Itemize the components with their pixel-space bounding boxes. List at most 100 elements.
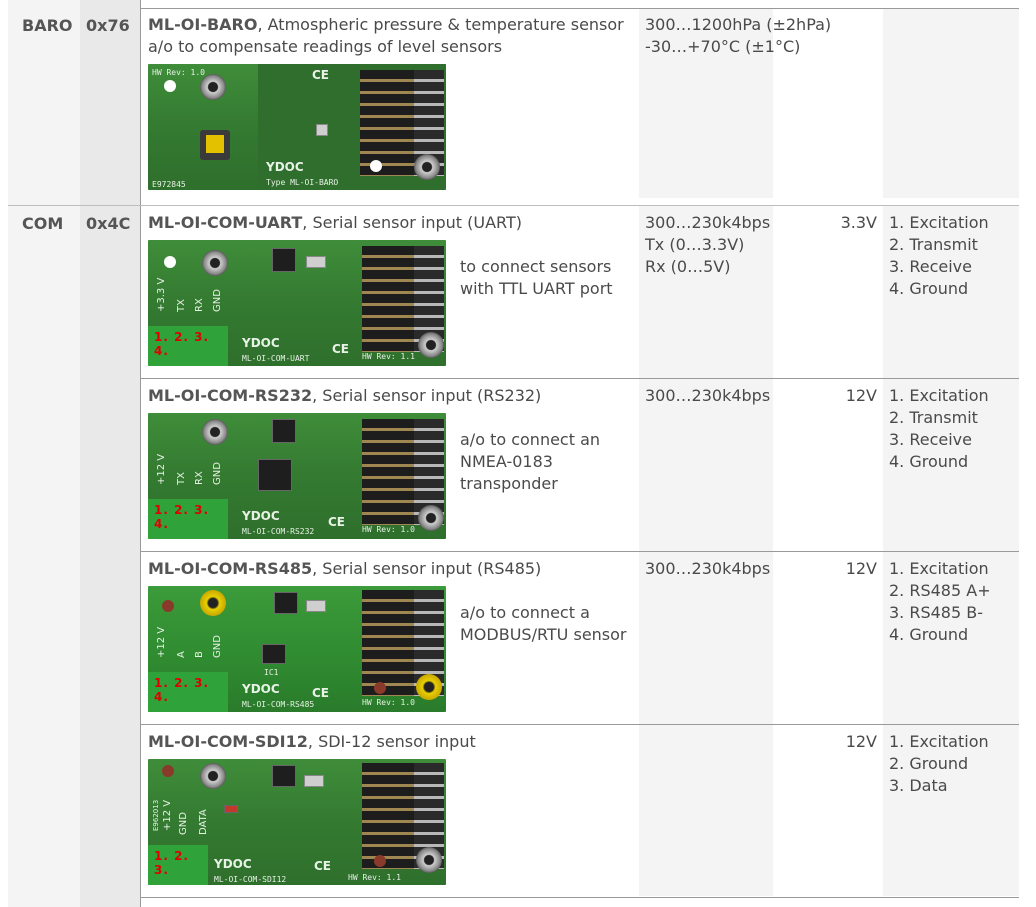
pin-2: 2. Transmit bbox=[889, 235, 978, 254]
pin-label: RX bbox=[194, 298, 205, 312]
pin-label: A bbox=[176, 651, 187, 658]
note-rs232-1: a/o to connect an bbox=[460, 430, 601, 449]
group-label-baro: BARO bbox=[22, 16, 73, 35]
pin-3: 3. Receive bbox=[889, 257, 972, 276]
crystal bbox=[306, 256, 326, 268]
rs485-transceiver bbox=[262, 644, 286, 664]
terminal-label: 1. 2. 3. bbox=[154, 849, 189, 877]
connector bbox=[418, 332, 444, 358]
ce-mark: CE bbox=[328, 515, 346, 529]
pin-3: 3. Receive bbox=[889, 430, 972, 449]
voltage-rs485: 12V bbox=[845, 559, 877, 578]
mount-hole bbox=[164, 256, 176, 268]
sensor-chip bbox=[316, 124, 328, 136]
module-desc-uart: ML-OI-COM-UART, Serial sensor input (UAR… bbox=[148, 212, 522, 234]
pin-label: GND bbox=[212, 635, 223, 658]
mount-hole bbox=[162, 600, 174, 612]
row-separator bbox=[140, 897, 1019, 898]
spec-baud-rs232: 300…230k4bps bbox=[645, 386, 771, 405]
module-title-uart: ML-OI-COM-UART bbox=[148, 213, 303, 232]
crystal bbox=[304, 775, 324, 787]
spec-tx: Tx (0…3.3V) bbox=[645, 235, 745, 254]
terminal-label: 1. 2. 3. 4. bbox=[154, 330, 210, 358]
board-image-rs485: IC1 +12 V A B GND 1. 2. 3. 4. YDOC CE ML… bbox=[148, 586, 446, 712]
ce-mark: CE bbox=[332, 342, 350, 356]
module-title-sdi12: ML-OI-COM-SDI12 bbox=[148, 732, 308, 751]
pin-label: DATA bbox=[198, 809, 209, 835]
pin-label: GND bbox=[178, 812, 189, 835]
pin-3: 3. RS485 B- bbox=[889, 603, 983, 622]
pin-1: 1. Excitation bbox=[889, 732, 989, 751]
board-name: ML-OI-COM-SDI12 bbox=[214, 875, 287, 884]
ce-mark: CE bbox=[314, 859, 332, 873]
pin-label: TX bbox=[176, 472, 187, 485]
terminal-block: 1. 2. 3. 4. bbox=[148, 672, 228, 712]
pin-label: B bbox=[194, 651, 205, 658]
board-serial: E972845 bbox=[152, 180, 186, 189]
ic-chip bbox=[272, 765, 296, 787]
note-rs485-2: MODBUS/RTU sensor bbox=[460, 625, 627, 644]
group-label-com: COM bbox=[22, 214, 64, 233]
pin-3: 3. Data bbox=[889, 776, 948, 795]
module-table: BARO 0x76 ML-OI-BARO, Atmospheric pressu… bbox=[0, 0, 1036, 907]
board-image-uart: +3.3 V TX RX GND 1. 2. 3. 4. YDOC CE ML-… bbox=[148, 240, 446, 366]
diode bbox=[224, 805, 238, 813]
brand-logo: YDOC bbox=[214, 857, 252, 871]
board-rev: HW Rev: 1.0 bbox=[362, 698, 415, 707]
terminal-label: 1. 2. 3. 4. bbox=[154, 676, 210, 704]
board-type: Type ML-OI-BARO bbox=[266, 178, 339, 187]
module-desc-text: , SDI-12 sensor input bbox=[307, 732, 476, 751]
pin-label: +12 V bbox=[156, 453, 167, 485]
board-rev: HW Rev: 1.0 bbox=[152, 68, 205, 77]
pin-4: 4. Ground bbox=[889, 625, 969, 644]
board-image-sdi12: E962013 +12 V GND DATA 1. 2. 3. YDOC CE … bbox=[148, 759, 446, 885]
ce-mark: CE bbox=[312, 68, 330, 82]
group-column bbox=[8, 0, 80, 907]
row-separator bbox=[8, 205, 1019, 206]
ic-label: IC1 bbox=[264, 668, 279, 677]
crystal bbox=[306, 600, 326, 612]
module-desc-baro: ML-OI-BARO, Atmospheric pressure & tempe… bbox=[148, 14, 624, 36]
board-name: ML-OI-COM-UART bbox=[242, 354, 310, 363]
board-image-baro: HW Rev: 1.0 CE YDOC Type ML-OI-BARO E972… bbox=[148, 64, 446, 190]
connector bbox=[416, 674, 442, 700]
pin-1: 1. Excitation bbox=[889, 559, 989, 578]
module-desc-sdi12: ML-OI-COM-SDI12, SDI-12 sensor input bbox=[148, 731, 476, 753]
module-desc-text: , Atmospheric pressure & temperature sen… bbox=[257, 15, 624, 34]
ic-chip bbox=[272, 248, 296, 272]
spec-pressure: 300…1200hPa (±2hPa) bbox=[645, 15, 832, 34]
connector bbox=[416, 847, 442, 873]
note-uart-1: to connect sensors bbox=[460, 257, 612, 276]
terminal-label: 1. 2. 3. 4. bbox=[154, 503, 210, 531]
board-image-rs232: +12 V TX RX GND 1. 2. 3. 4. YDOC CE ML-O… bbox=[148, 413, 446, 539]
voltage-sdi12: 12V bbox=[845, 732, 877, 751]
ce-mark: CE bbox=[312, 686, 330, 700]
terminal-block: 1. 2. 3. bbox=[148, 845, 208, 885]
terminal-block: 1. 2. 3. 4. bbox=[148, 326, 228, 366]
column-divider bbox=[140, 0, 141, 907]
mount-hole bbox=[370, 160, 382, 172]
connector bbox=[418, 505, 444, 531]
address-column bbox=[80, 0, 140, 907]
pin-2: 2. Transmit bbox=[889, 408, 978, 427]
pins-cell-baro bbox=[883, 8, 1019, 198]
board-serial: E962013 bbox=[152, 799, 160, 831]
board-name: ML-OI-COM-RS485 bbox=[242, 700, 315, 709]
connector bbox=[414, 154, 440, 180]
spec-temperature: -30…+70°C (±1°C) bbox=[645, 37, 801, 56]
module-desc-text: , Serial sensor input (RS485) bbox=[312, 559, 542, 578]
mount-hole bbox=[162, 765, 174, 777]
ic-chip bbox=[272, 419, 296, 443]
ic-chip bbox=[274, 592, 298, 614]
module-desc-rs232: ML-OI-COM-RS232, Serial sensor input (RS… bbox=[148, 385, 541, 407]
pin-2: 2. Ground bbox=[889, 754, 969, 773]
module-desc-text: , Serial sensor input (RS232) bbox=[312, 386, 542, 405]
connector bbox=[202, 250, 228, 276]
spec-rx: Rx (0…5V) bbox=[645, 257, 731, 276]
row-separator bbox=[140, 8, 1019, 9]
board-name: ML-OI-COM-RS232 bbox=[242, 527, 315, 536]
module-title-baro: ML-OI-BARO bbox=[148, 15, 258, 34]
pin-1: 1. Excitation bbox=[889, 386, 989, 405]
address-label-baro: 0x76 bbox=[86, 16, 130, 35]
note-uart-2: with TTL UART port bbox=[460, 279, 613, 298]
